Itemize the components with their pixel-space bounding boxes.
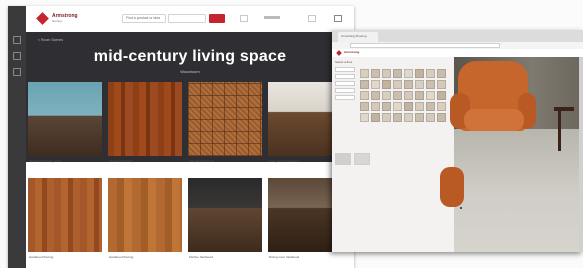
tile-caption[interactable]: Parquet hardwood: [189, 159, 214, 163]
floor-swatch[interactable]: [404, 102, 413, 111]
floor-swatch[interactable]: [404, 69, 413, 78]
floor-swatch[interactable]: [393, 102, 402, 111]
floor-swatch[interactable]: [426, 91, 435, 100]
room-scene-tile[interactable]: [28, 178, 102, 252]
floor-swatch[interactable]: [382, 113, 391, 122]
panel-title: Select a floor: [335, 60, 353, 64]
left-rail: [8, 6, 26, 268]
filter-dropdown[interactable]: [335, 95, 355, 100]
filter-dropdown[interactable]: [335, 81, 355, 86]
floor-swatch[interactable]: [437, 69, 446, 78]
floor-swatch[interactable]: [360, 102, 369, 111]
rail-icon[interactable]: [13, 52, 21, 60]
selected-swatch-preview: [354, 153, 370, 165]
side-table-leg: [558, 111, 561, 151]
room-visualizer-window: Armstrong Flooring Armstrong Select a fl…: [332, 30, 583, 252]
brand-subtitle: flooring: [52, 19, 62, 23]
compare-icon[interactable]: [240, 15, 248, 22]
tile-caption[interactable]: Kitchen hardwood: [189, 255, 213, 259]
floor-swatch[interactable]: [393, 69, 402, 78]
room-preview[interactable]: [440, 57, 583, 252]
url-field[interactable]: [350, 43, 500, 48]
zip-input[interactable]: [168, 14, 206, 23]
tile-caption[interactable]: Hardwood flooring: [109, 159, 133, 163]
product-gallery-window: Armstrong flooring Find a product or ide…: [8, 6, 354, 268]
floor-swatch[interactable]: [393, 80, 402, 89]
floor-swatch[interactable]: [371, 113, 380, 122]
floor-swatch[interactable]: [437, 91, 446, 100]
floor-swatch[interactable]: [360, 91, 369, 100]
floor-swatch[interactable]: [371, 102, 380, 111]
tile-caption[interactable]: Living room hardwood: [269, 159, 299, 163]
floor-swatch[interactable]: [437, 113, 446, 122]
side-table: [554, 107, 574, 111]
selected-swatch-preview: [335, 153, 351, 165]
floor-swatch[interactable]: [393, 113, 402, 122]
floor-swatch[interactable]: [382, 91, 391, 100]
rail-icon[interactable]: [13, 36, 21, 44]
room-scene-tile[interactable]: [188, 178, 262, 252]
floor-swatch[interactable]: [404, 91, 413, 100]
search-button[interactable]: [209, 14, 225, 23]
floor-swatch[interactable]: [437, 102, 446, 111]
collage: Armstrong flooring Find a product or ide…: [0, 0, 583, 268]
room-scene-tile[interactable]: [188, 82, 262, 156]
room-scene-tile[interactable]: [28, 82, 102, 156]
floor-swatch[interactable]: [426, 102, 435, 111]
armchair-seat: [464, 109, 524, 131]
floor-swatch[interactable]: [415, 113, 424, 122]
tile-caption[interactable]: Hardwood flooring: [29, 255, 53, 259]
cart-icon[interactable]: [334, 15, 342, 22]
brand-name[interactable]: Armstrong: [344, 50, 359, 54]
nav-link[interactable]: [264, 16, 280, 20]
page-subtitle: Woodroom: [180, 69, 200, 74]
tile-caption[interactable]: Hardwood flooring: [109, 255, 133, 259]
scrollbar[interactable]: [579, 57, 583, 252]
floor-swatch[interactable]: [404, 80, 413, 89]
filter-dropdown[interactable]: [335, 67, 355, 72]
room-scene-tile[interactable]: [268, 82, 342, 156]
floor-swatch[interactable]: [382, 80, 391, 89]
page-title: mid-century living space: [93, 48, 287, 65]
floor-swatch[interactable]: [437, 80, 446, 89]
room-scene-tile[interactable]: [108, 178, 182, 252]
account-icon[interactable]: [308, 15, 316, 22]
floor-swatch[interactable]: [415, 102, 424, 111]
floor-swatch[interactable]: [415, 80, 424, 89]
floor-swatch[interactable]: [404, 113, 413, 122]
floor-speck: [460, 207, 462, 209]
floor-swatch[interactable]: [371, 80, 380, 89]
floor-swatch[interactable]: [360, 69, 369, 78]
rail-icon[interactable]: [13, 68, 21, 76]
floor-swatch[interactable]: [371, 91, 380, 100]
floor-swatch[interactable]: [426, 69, 435, 78]
floor-swatch[interactable]: [415, 69, 424, 78]
browser-tab[interactable]: Armstrong Flooring: [338, 32, 378, 42]
room-scene-tile[interactable]: [268, 178, 342, 252]
floor-swatch[interactable]: [382, 69, 391, 78]
armchair: [440, 167, 464, 207]
floor-swatch[interactable]: [426, 113, 435, 122]
filter-dropdown[interactable]: [335, 88, 355, 93]
tile-caption[interactable]: Dining room hardwood: [269, 255, 299, 259]
floor-swatch[interactable]: [382, 102, 391, 111]
floor-swatch[interactable]: [393, 91, 402, 100]
filter-dropdown[interactable]: [335, 74, 355, 79]
floor-swatch[interactable]: [371, 69, 380, 78]
brand-logo-icon[interactable]: [336, 50, 342, 56]
site-header: Armstrong flooring Find a product or ide…: [26, 6, 354, 33]
floor-selector-panel: Select a floor: [332, 57, 455, 252]
room-scene-tile[interactable]: [108, 82, 182, 156]
floor-swatch[interactable]: [415, 91, 424, 100]
breadcrumb[interactable]: < Room Scenes: [38, 38, 63, 42]
floor-swatch[interactable]: [426, 80, 435, 89]
floor-swatch[interactable]: [360, 113, 369, 122]
search-input[interactable]: Find a product or idea: [122, 14, 166, 23]
tile-caption[interactable]: Hardwood flooring room: [29, 159, 61, 163]
floor-swatch[interactable]: [360, 80, 369, 89]
brand-logo-icon[interactable]: [36, 12, 49, 25]
